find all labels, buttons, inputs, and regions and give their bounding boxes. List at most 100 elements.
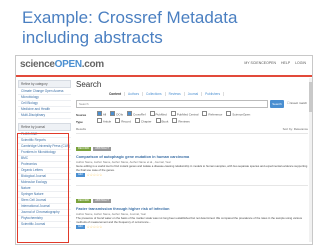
filter-option[interactable]: Reference <box>202 111 222 117</box>
checkbox[interactable] <box>96 118 102 123</box>
scrollbar-thumb[interactable] <box>309 82 312 112</box>
result-rating: Add ☆☆☆☆☆ <box>76 225 308 230</box>
sidebar-item[interactable]: Multi-Disciplinary <box>18 113 71 119</box>
checkbox[interactable] <box>226 111 232 116</box>
sidebar-item-label: Molecular Ecology <box>21 180 48 184</box>
sidebar-item-label: Climate Change Open Access <box>21 89 64 93</box>
checkbox[interactable] <box>115 118 121 123</box>
add-button[interactable]: Add <box>76 173 85 178</box>
tab-publishers[interactable]: Publishers <box>202 92 225 96</box>
filter-option-label: Record <box>121 119 131 124</box>
filter-option[interactable]: PubMed Central <box>170 111 199 117</box>
filter-option-label: ScienceOpen <box>232 112 251 117</box>
result-tag: RECORD <box>76 147 92 151</box>
sidebar-item-label: Phytochemistry <box>21 216 43 220</box>
sidebar-heading-journal: Refine by journal <box>18 123 71 131</box>
tab-content[interactable]: Content <box>106 92 126 96</box>
filter-option[interactable]: All <box>96 111 107 117</box>
sidebar-item-label: Nature <box>21 186 31 190</box>
filter-option-label: CrossRef <box>133 112 146 117</box>
filter-option[interactable]: DOIs <box>110 111 123 117</box>
filter-option-label: DOIs <box>116 112 124 117</box>
sidebar-item-label: Cambridge University Press (CUP) <box>21 144 71 148</box>
tab-collections[interactable]: Collections <box>143 92 166 96</box>
filter-option[interactable]: Reviews <box>172 118 190 124</box>
source-filter-label: Source <box>76 112 87 117</box>
header-links: MY SCIENCEOPEN HELP LOGIN <box>240 61 306 65</box>
result-title[interactable]: Faster transmission through higher risk … <box>76 207 308 211</box>
sidebar-item-label: Scientific Journal <box>21 222 46 226</box>
filter-option[interactable]: ScienceOpen <box>226 111 250 117</box>
filter-option-label: Chapter <box>140 119 152 124</box>
sidebar-heading-category: Refine by category <box>18 80 71 88</box>
checkbox[interactable] <box>134 118 140 123</box>
sidebar-item-label: Stem Cell Journal <box>21 198 47 202</box>
result-rating: Add ☆☆☆☆☆ <box>76 173 308 178</box>
type-filter-label: Type <box>76 119 83 124</box>
left-sidebar: Refine by category Climate Change Open A… <box>18 80 71 242</box>
search-row: Search Search ☐ Exact match <box>76 100 308 108</box>
tab-authors[interactable]: Authors <box>125 92 144 96</box>
tab-journal[interactable]: Journal <box>185 92 203 96</box>
filter-option[interactable]: Record <box>115 118 131 124</box>
site-header: scienceOPEN.com MY SCIENCEOPEN HELP LOGI… <box>16 56 312 75</box>
add-button[interactable]: Add <box>76 225 85 230</box>
embedded-screenshot: scienceOPEN.com MY SCIENCEOPEN HELP LOGI… <box>15 55 313 245</box>
result-item: RECORD ABSTRACT Comparison of autophagic g… <box>76 136 308 178</box>
type-filter-row: Type Article Record Chapter Book Reviews <box>76 118 194 124</box>
sidebar-item-label: Cell Biology <box>21 101 38 105</box>
main-content: Search Content Authors Collections Reviews J… <box>76 78 308 242</box>
filter-option[interactable]: Book <box>155 118 169 124</box>
sidebar-item-label: Frontiers in Microbiology <box>21 150 56 154</box>
result-abstract: The presence of found water on the basis… <box>76 216 303 224</box>
filter-option[interactable]: CrossRef <box>127 111 146 117</box>
sidebar-item[interactable]: Scientific Journal <box>18 222 71 228</box>
header-link-my-scienceopen[interactable]: MY SCIENCEOPEN <box>244 61 276 65</box>
tab-reviews[interactable]: Reviews <box>166 92 185 96</box>
checkbox[interactable] <box>202 111 208 116</box>
slide-title: Example: Crossref Metadata including abs… <box>22 8 238 47</box>
header-accent-bar <box>16 75 312 77</box>
result-title[interactable]: Comparison of autophagic gene mutation i… <box>76 155 308 159</box>
search-button[interactable]: Search <box>270 100 284 108</box>
scrollbar[interactable] <box>309 78 312 242</box>
result-abstract: Gene editing is a useful tool to find mu… <box>76 164 308 172</box>
sidebar-item-label: Scientific Reports <box>21 138 46 142</box>
divider <box>76 133 308 134</box>
filter-option-label: Reference <box>208 112 223 117</box>
filter-option-label: PubMed Central <box>176 112 199 117</box>
filter-option[interactable]: Chapter <box>134 118 152 124</box>
sidebar-item-label: Proteomics <box>21 162 37 166</box>
rating-stars-icon[interactable]: ☆☆☆☆☆ <box>87 173 103 177</box>
filter-option-label: Reviews <box>178 119 190 124</box>
checkbox[interactable] <box>170 111 176 116</box>
sidebar-item-label: Microbiology <box>21 95 39 99</box>
filter-option[interactable]: Article <box>96 118 112 124</box>
result-tags: RECORD ABSTRACT <box>76 188 308 206</box>
result-tag: RECORD <box>76 199 92 203</box>
search-input[interactable]: Search <box>76 100 268 108</box>
result-tag: ABSTRACT <box>93 147 112 151</box>
sidebar-item-label: Springer Nature <box>21 192 44 196</box>
rating-stars-icon[interactable]: ☆☆☆☆☆ <box>87 225 103 229</box>
checkbox[interactable] <box>172 118 178 123</box>
scienceopen-logo[interactable]: scienceOPEN.com <box>20 59 104 70</box>
checkbox[interactable] <box>155 118 161 123</box>
header-link-help[interactable]: HELP <box>281 61 290 65</box>
source-filter-row: Source All DOIs CrossRef PubMed PubMed Centr… <box>76 111 254 117</box>
search-tabs: Content Authors Collections Reviews Journal P… <box>106 92 225 96</box>
filter-option-label: Article <box>102 119 112 124</box>
sidebar-item-label: BMC <box>21 156 29 160</box>
header-link-login[interactable]: LOGIN <box>295 61 306 65</box>
checkbox[interactable] <box>149 111 155 116</box>
result-item: RECORD ABSTRACT Faster transmission throug… <box>76 188 308 230</box>
filter-option[interactable]: PubMed <box>149 111 167 117</box>
checkbox[interactable] <box>96 111 102 116</box>
sidebar-item-label: Multi-Disciplinary <box>21 113 46 117</box>
sort-dropdown[interactable]: Sort by: Relevance <box>283 127 308 131</box>
checkbox[interactable] <box>110 111 116 116</box>
exact-match-checkbox[interactable]: ☐ Exact match <box>287 101 307 105</box>
filter-option-label: All <box>102 112 107 117</box>
filter-option-label: Book <box>161 119 169 124</box>
checkbox[interactable] <box>127 111 133 116</box>
